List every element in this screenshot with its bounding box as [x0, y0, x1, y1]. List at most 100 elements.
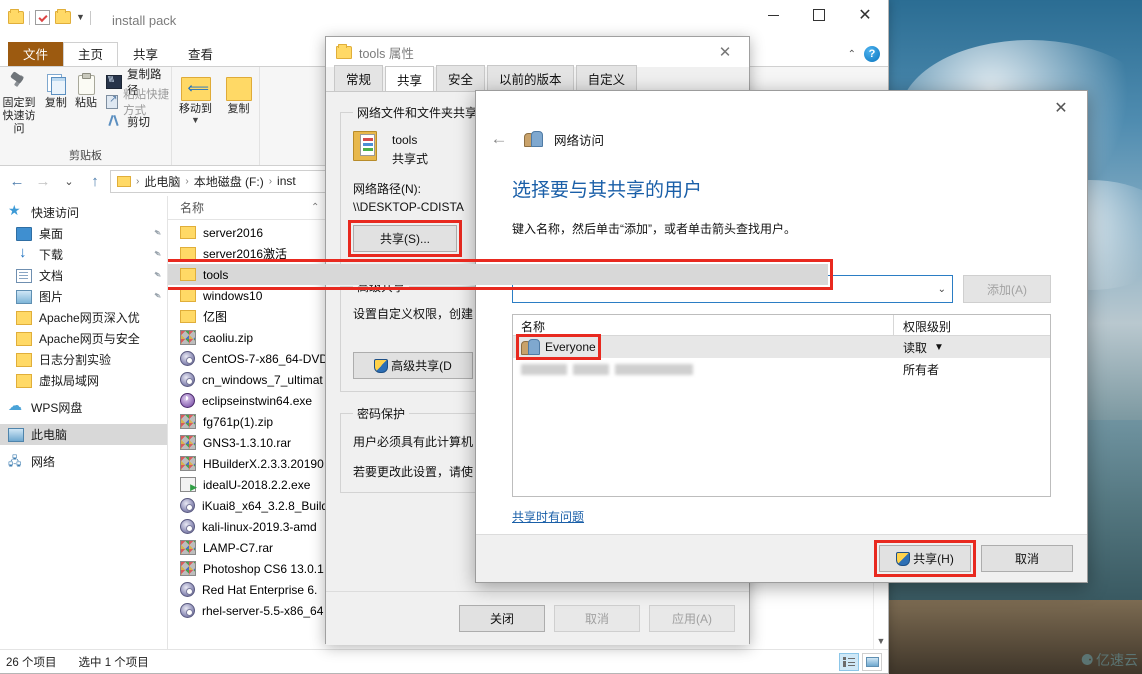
grid-header-permission[interactable]: 权限级别 — [894, 315, 1050, 335]
network-dialog-titlebar: ✕ — [476, 91, 1087, 125]
sidebar-item-9[interactable]: WPS网盘 — [0, 397, 167, 418]
pin-to-quick-access-button[interactable]: 固定到快速访问 — [0, 70, 40, 136]
permission-cell[interactable]: 所有者 — [894, 361, 1050, 378]
breadcrumb-item-folder[interactable]: inst — [277, 174, 296, 188]
tab-file[interactable]: 文件 — [8, 42, 64, 66]
file-name: tools — [203, 267, 229, 282]
tab-home[interactable]: 主页 — [63, 42, 119, 66]
sidebar-item-4[interactable]: 图片 ✒ — [0, 286, 167, 307]
chevron-down-icon[interactable]: ▼ — [76, 13, 85, 22]
copy-label: 复制 — [44, 97, 67, 109]
sidebar-item-1[interactable]: 桌面 ✒ — [0, 223, 167, 244]
sidebar-item-label: 图片 — [39, 290, 64, 304]
permission-value: 所有者 — [903, 362, 940, 377]
breadcrumb-item-this-pc[interactable]: 此电脑 — [144, 173, 180, 190]
paste-button[interactable]: 粘贴 — [72, 70, 100, 110]
tab-share[interactable]: 共享 — [118, 42, 173, 66]
sidebar-item-7[interactable]: 日志分割实验 — [0, 349, 167, 370]
tab-view[interactable]: 查看 — [173, 42, 228, 66]
tab-security[interactable]: 安全 — [436, 65, 486, 91]
scroll-down-icon[interactable]: ▼ — [874, 634, 888, 648]
iso-icon — [180, 372, 195, 387]
iso-icon — [180, 582, 195, 597]
downloads-icon — [16, 244, 32, 262]
table-row[interactable]: 所有者 — [513, 358, 1050, 380]
properties-close-button[interactable]: ✕ — [705, 38, 745, 67]
documents-icon — [16, 268, 32, 283]
collapse-ribbon-icon[interactable]: ⌃ — [848, 49, 856, 60]
zip-icon — [180, 414, 196, 429]
share-confirm-button[interactable]: 共享(H) — [874, 540, 976, 577]
forward-button[interactable]: → — [32, 170, 54, 192]
column-header-name[interactable]: 名称 — [180, 199, 204, 216]
maximize-button[interactable] — [796, 0, 842, 30]
sidebar-item-2[interactable]: 下载 ✒ — [0, 244, 167, 265]
file-name: idealU-2018.2.2.exe — [203, 477, 311, 492]
minimize-button[interactable] — [750, 0, 796, 30]
cut-button[interactable]: 剪切 — [106, 112, 173, 132]
properties-close-action-button[interactable]: 关闭 — [459, 605, 545, 632]
help-icon[interactable]: ? — [864, 46, 880, 62]
tab-general[interactable]: 常规 — [334, 65, 384, 91]
pin-icon[interactable]: ✒ — [150, 248, 163, 262]
breadcrumb-item-drive[interactable]: 本地磁盘 (F:) — [194, 173, 264, 190]
table-row[interactable]: Everyone 读取 ▼ — [513, 334, 1050, 360]
advanced-share-button-label: 高级共享(D — [391, 359, 452, 373]
tab-customize[interactable]: 自定义 — [575, 65, 638, 91]
recent-locations-button[interactable]: ⌄ — [58, 170, 80, 192]
cut-label: 剪切 — [127, 117, 151, 129]
chevron-down-icon[interactable]: ⌄ — [938, 284, 946, 295]
network-cancel-button[interactable]: 取消 — [981, 545, 1073, 572]
permission-cell[interactable]: 读取 ▼ — [894, 339, 1050, 356]
sidebar-item-6[interactable]: Apache网页与安全 — [0, 328, 167, 349]
checkbox-icon[interactable] — [35, 10, 50, 25]
tab-previous-versions[interactable]: 以前的版本 — [487, 65, 574, 91]
file-name: Red Hat Enterprise 6. — [202, 582, 318, 597]
up-button[interactable]: ↑ — [84, 170, 106, 192]
file-name: LAMP-C7.rar — [203, 540, 274, 555]
back-button[interactable]: ← — [486, 126, 512, 152]
sidebar-item-8[interactable]: 虚拟局域网 — [0, 370, 167, 391]
file-name: Photoshop CS6 13.0.1 — [203, 561, 324, 576]
list-item[interactable]: tools — [168, 259, 833, 290]
tab-sharing[interactable]: 共享 — [385, 66, 435, 91]
network-dialog-header-title: 网络访问 — [554, 133, 605, 148]
chevron-down-icon[interactable]: ▼ — [191, 116, 200, 125]
folder-icon — [180, 226, 196, 239]
sidebar-item-10[interactable]: 此电脑 — [0, 424, 167, 445]
new-folder-icon[interactable] — [55, 9, 71, 24]
paste-label: 粘贴 — [74, 97, 97, 109]
sidebar-item-0[interactable]: 快速访问 — [0, 202, 167, 223]
shield-icon — [374, 359, 389, 373]
network-dialog-close-button[interactable]: ✕ — [1041, 93, 1081, 123]
copy-button[interactable]: 复制 — [42, 70, 70, 110]
sharing-problems-link[interactable]: 共享时有问题 — [512, 508, 584, 525]
details-view-icon[interactable] — [839, 652, 859, 671]
sidebar-item-3[interactable]: 文档 ✒ — [0, 265, 167, 286]
properties-cancel-button[interactable]: 取消 — [554, 605, 640, 632]
grid-header-name[interactable]: 名称 — [513, 315, 894, 335]
breadcrumb-separator: › — [136, 175, 140, 187]
pin-icon[interactable]: ✒ — [150, 269, 163, 283]
move-to-button[interactable]: ⟸ 移动到 ▼ — [176, 74, 216, 125]
close-button[interactable]: ✕ — [842, 0, 888, 30]
sidebar-item-5[interactable]: Apache网页深入优 — [0, 307, 167, 328]
properties-icon[interactable] — [8, 9, 24, 24]
thumbnail-view-icon[interactable] — [862, 652, 882, 671]
share-button[interactable]: 共享(S)... — [348, 220, 462, 257]
shared-folder-name: tools — [392, 133, 418, 147]
chevron-down-icon[interactable]: ▼ — [934, 342, 944, 353]
advanced-share-button[interactable]: 高级共享(D — [353, 352, 473, 379]
everyone-entry[interactable]: Everyone — [516, 334, 601, 360]
ribbon-group-clipboard: 固定到快速访问 复制 粘贴 复制路径 粘贴 — [0, 67, 172, 165]
file-name: kali-linux-2019.3-amd — [202, 519, 317, 534]
copy-icon — [45, 73, 67, 95]
sidebar-item-11[interactable]: 网络 — [0, 451, 167, 473]
properties-apply-button[interactable]: 应用(A) — [649, 605, 735, 632]
pin-icon[interactable]: ✒ — [150, 290, 163, 304]
back-button[interactable]: ← — [6, 170, 28, 192]
add-user-button[interactable]: 添加(A) — [963, 275, 1051, 303]
copy-to-button[interactable]: 复制 — [222, 74, 256, 116]
pin-icon[interactable]: ✒ — [150, 227, 163, 241]
permission-value: 读取 — [903, 340, 928, 355]
